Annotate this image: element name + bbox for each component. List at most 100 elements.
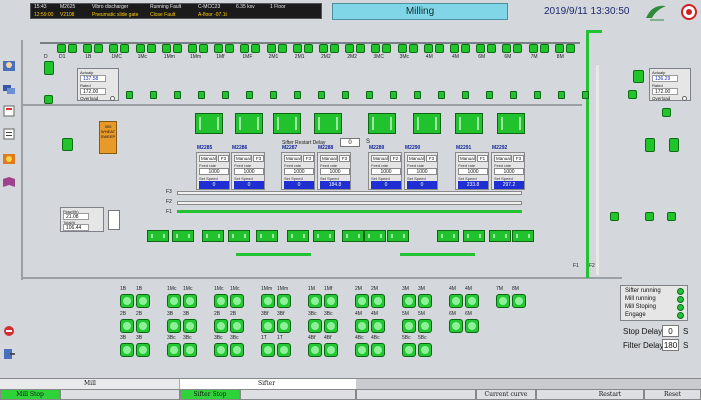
motor-left-mid[interactable] [62,138,73,151]
roll-unit[interactable] [402,294,416,308]
roll-unit[interactable] [402,343,416,357]
mill-feed[interactable]: F3 [339,155,350,162]
sifter-restart-value[interactable]: 0 [340,138,360,147]
roll-unit[interactable] [230,343,244,357]
mill-panel[interactable]: M2285 Manual F3 Feed rate 1000 Set Speed 0 [196,145,230,190]
roll-unit[interactable] [355,319,369,333]
roll-unit[interactable] [183,343,197,357]
top-fan[interactable] [277,44,287,53]
mill-feed[interactable]: F3 [513,155,524,162]
mill-setpoint[interactable]: 1000 [199,168,229,175]
top-fan[interactable] [397,44,407,53]
motor-right-mid[interactable] [662,108,671,117]
top-fan[interactable] [225,44,235,53]
small-motor[interactable] [150,91,157,99]
motor-right-6[interactable] [667,212,676,221]
top-fan[interactable] [356,44,366,53]
mill-setpoint[interactable]: 1000 [284,168,314,175]
motor-right-top[interactable] [633,70,644,83]
restart-button[interactable]: Restart [536,389,644,400]
mill-feed[interactable]: F3 [218,155,229,162]
top-fan[interactable] [319,44,328,53]
motor-right-5[interactable] [645,212,654,221]
top-fan[interactable] [57,44,66,53]
top-fan[interactable] [214,44,224,53]
motor-d1-lower[interactable] [44,95,53,104]
roller-module[interactable] [437,230,459,242]
roll-unit[interactable] [230,294,244,308]
sifter-module[interactable] [235,113,263,134]
sifter-module[interactable] [413,113,441,134]
top-fan[interactable] [251,44,261,53]
motor-right-7[interactable] [628,90,637,99]
mill-panel[interactable]: M2287 Manual F3 Feed rate 1000 Set Speed 0 [281,145,315,190]
roll-unit[interactable] [136,319,150,333]
roll-unit[interactable] [371,319,385,333]
roll-unit[interactable] [136,294,150,308]
roll-unit[interactable] [183,294,197,308]
roller-module[interactable] [489,230,511,242]
top-fan[interactable] [188,44,197,53]
small-motor[interactable] [390,91,397,99]
stop-icon[interactable] [2,325,16,337]
roller-module[interactable] [287,230,309,242]
roll-unit[interactable] [402,319,416,333]
roll-unit[interactable] [183,319,197,333]
roll-unit[interactable] [496,294,510,308]
exit-icon[interactable] [2,348,16,360]
alarm-banner[interactable]: 15:43 M2625 Vibro discharger Running Fau… [30,3,322,19]
roller-module[interactable] [463,230,485,242]
roll-unit[interactable] [261,343,275,357]
small-motor[interactable] [582,91,589,99]
mill-stop-button[interactable]: Mill Stop [0,389,60,400]
roll-unit[interactable] [214,319,228,333]
current-curve-button[interactable]: Current curve [476,389,536,400]
roll-unit[interactable] [277,319,291,333]
roll-unit[interactable] [371,343,385,357]
top-fan[interactable] [135,44,145,53]
sifter-module[interactable] [273,113,301,134]
mill-feed[interactable]: F3 [303,155,314,162]
roll-unit[interactable] [371,294,385,308]
small-motor[interactable] [174,91,181,99]
top-fan[interactable] [292,44,302,53]
mill-setpoint[interactable]: 1000 [371,168,401,175]
blank-button[interactable] [356,389,476,400]
roller-module[interactable] [364,230,386,242]
roll-unit[interactable] [308,294,322,308]
roll-unit[interactable] [512,294,526,308]
top-fan[interactable] [345,44,355,53]
mill-mode[interactable]: Manual [458,155,476,162]
roll-unit[interactable] [120,294,134,308]
mill-mode[interactable]: Manual [234,155,252,162]
roll-unit[interactable] [418,319,432,333]
roll-unit[interactable] [277,343,291,357]
top-fan[interactable] [68,44,77,53]
roll-unit[interactable] [308,343,322,357]
alarm-icon[interactable] [2,153,16,165]
top-fan[interactable] [528,44,538,53]
roll-unit[interactable] [261,294,275,308]
roll-unit[interactable] [449,294,463,308]
top-fan[interactable] [513,44,523,53]
mill-blank-button[interactable] [60,389,180,400]
top-fan[interactable] [565,44,575,53]
sifter-module[interactable] [455,113,483,134]
small-motor[interactable] [318,91,325,99]
reset-button[interactable]: Reset [644,389,701,400]
top-fan[interactable] [330,44,339,53]
top-fan[interactable] [461,44,470,53]
stop-delay-value[interactable]: 0 [662,325,679,337]
roll-unit[interactable] [449,319,463,333]
mill-feed[interactable]: F3 [426,155,437,162]
roll-unit[interactable] [465,319,479,333]
roll-unit[interactable] [214,294,228,308]
roll-unit[interactable] [214,343,228,357]
user-icon[interactable] [2,60,16,72]
roller-module[interactable] [512,230,534,242]
motor-d1[interactable] [44,61,54,75]
roller-module[interactable] [172,230,194,242]
mill-mode[interactable]: Manual [284,155,302,162]
book-icon[interactable] [2,176,16,188]
small-motor[interactable] [510,91,517,99]
